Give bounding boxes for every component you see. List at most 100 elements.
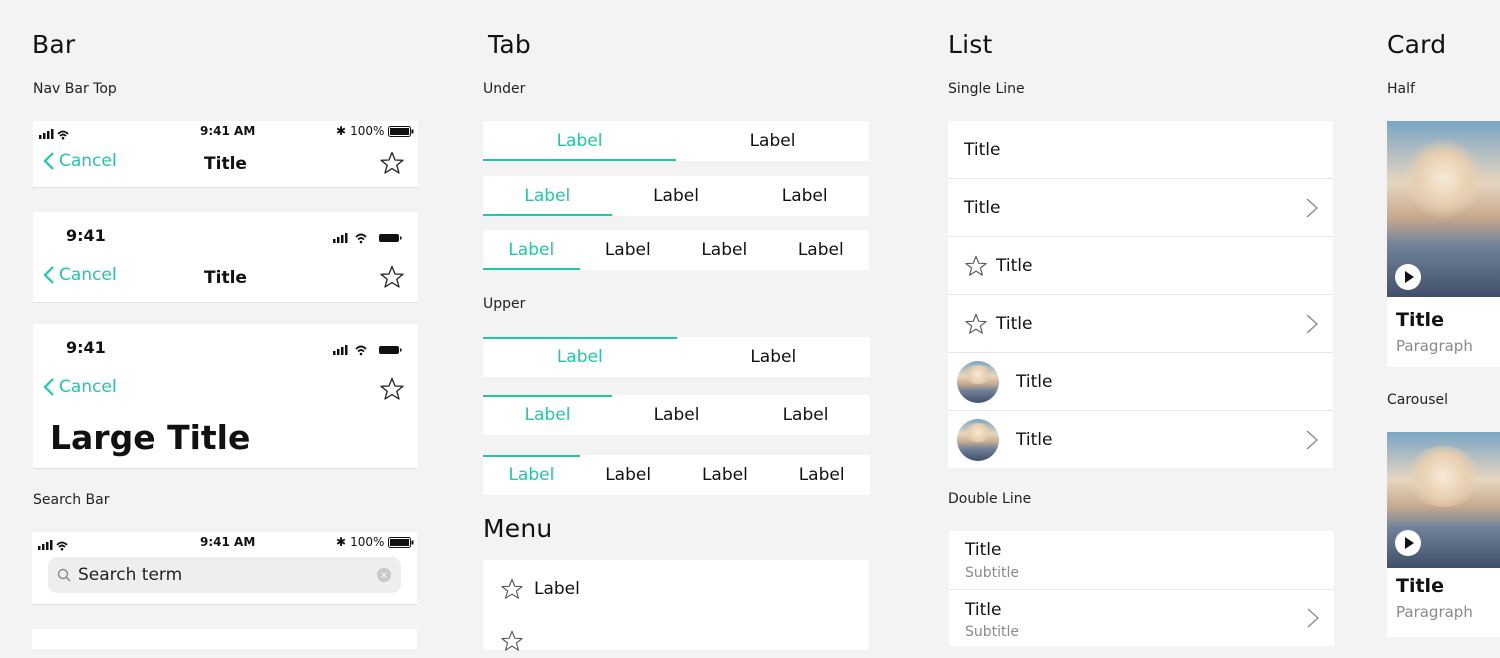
nav-bar-1: 9:41 AM ✱ 100% Cancel Title	[33, 121, 418, 187]
nav-row: Cancel Title	[33, 151, 418, 181]
single-line-list: Title Title Title Title Title Title	[948, 121, 1333, 468]
tab-item[interactable]: Label	[580, 230, 677, 270]
chevron-left-icon	[43, 378, 54, 396]
single-line-label: Single Line	[948, 81, 1025, 97]
status-icons	[333, 229, 403, 248]
card-title: Title	[1396, 309, 1444, 331]
tab-bar-under-3: Label Label Label	[483, 176, 869, 216]
half-label: Half	[1387, 81, 1415, 97]
tab-bar-upper-3: Label Label Label	[483, 395, 870, 435]
signal-wifi-icon	[38, 536, 68, 555]
play-icon[interactable]	[1395, 264, 1421, 290]
row-title: Title	[996, 313, 1033, 334]
tab-item[interactable]: Label	[740, 176, 869, 216]
search-icon	[57, 568, 71, 582]
chevron-right-icon	[1306, 430, 1318, 449]
status-time: 9:41 AM	[200, 535, 256, 549]
chevron-left-icon	[43, 266, 54, 284]
star-icon	[501, 630, 523, 651]
chevron-right-icon	[1306, 314, 1318, 333]
nav-bar-top-label: Nav Bar Top	[33, 81, 117, 97]
list-row[interactable]: Title	[948, 237, 1333, 295]
tab-item[interactable]: Label	[773, 230, 870, 270]
star-icon[interactable]	[380, 265, 404, 289]
next-card-partial	[32, 629, 417, 649]
menu-item[interactable]	[483, 618, 869, 658]
list-row[interactable]: Title	[948, 295, 1333, 353]
row-title: Title	[964, 197, 1001, 218]
tab-item-active[interactable]: Label	[483, 455, 580, 495]
tab-item[interactable]: Label	[676, 121, 869, 161]
play-icon[interactable]	[1395, 530, 1421, 556]
row-title: Title	[965, 540, 1002, 560]
section-heading-tab: Tab	[488, 30, 531, 59]
large-title: Large Title	[50, 418, 251, 457]
bluetooth-icon: ✱	[336, 124, 347, 138]
nav-bar-large: 9:41 Cancel Large Title	[33, 324, 418, 468]
star-icon[interactable]	[380, 377, 404, 401]
row-title: Title	[964, 139, 1001, 160]
star-icon	[501, 578, 523, 599]
menu-heading: Menu	[483, 514, 553, 543]
card-title: Title	[1396, 575, 1444, 597]
row-title: Title	[1016, 371, 1053, 392]
card-paragraph: Paragraph	[1396, 603, 1473, 621]
cancel-label: Cancel	[59, 265, 117, 285]
tab-item[interactable]: Label	[612, 176, 741, 216]
half-card[interactable]: Title Paragraph	[1387, 121, 1500, 367]
status-icons	[333, 341, 403, 360]
battery-icon	[388, 125, 414, 137]
chevron-right-icon	[1307, 608, 1319, 628]
tab-item[interactable]: Label	[677, 337, 871, 377]
search-bar-card: 9:41 AM ✱ 100% Search term ×	[32, 532, 417, 604]
tab-item[interactable]: Label	[676, 230, 773, 270]
clear-icon[interactable]: ×	[377, 568, 391, 582]
tab-item-active[interactable]: Label	[483, 176, 612, 216]
tab-item[interactable]: Label	[612, 395, 741, 435]
cancel-label: Cancel	[59, 377, 117, 397]
menu-item[interactable]: Label	[483, 560, 869, 618]
tab-item-active[interactable]: Label	[483, 337, 677, 377]
tab-item[interactable]: Label	[741, 395, 870, 435]
carousel-label: Carousel	[1387, 392, 1449, 408]
battery-percent: 100%	[350, 124, 385, 138]
star-icon	[965, 255, 987, 276]
tab-item-active[interactable]: Label	[483, 230, 580, 270]
menu-list: Label	[483, 560, 869, 651]
cancel-button[interactable]: Cancel	[43, 377, 117, 397]
double-line-list: Title Subtitle Title Subtitle	[949, 531, 1334, 646]
tab-item[interactable]: Label	[677, 455, 774, 495]
card-paragraph: Paragraph	[1396, 337, 1473, 355]
tab-bar-under-2: Label Label	[483, 121, 869, 161]
list-row[interactable]: Title	[948, 411, 1333, 468]
list-row[interactable]: Title	[948, 121, 1333, 179]
signal-wifi-icon	[39, 125, 69, 144]
carousel-card[interactable]: Title Paragraph	[1387, 432, 1500, 637]
star-icon[interactable]	[380, 151, 404, 175]
list-row[interactable]: Title Subtitle	[949, 590, 1334, 646]
list-row[interactable]: Title Subtitle	[949, 531, 1334, 590]
star-icon	[965, 313, 987, 334]
nav-row: Cancel	[33, 377, 418, 407]
tab-item[interactable]: Label	[580, 455, 677, 495]
section-heading-list: List	[948, 30, 993, 59]
list-row[interactable]: Title	[948, 179, 1333, 237]
avatar	[957, 360, 999, 403]
cancel-button[interactable]: Cancel	[43, 151, 117, 171]
cancel-label: Cancel	[59, 151, 117, 171]
tab-item-active[interactable]: Label	[483, 395, 612, 435]
tab-item[interactable]: Label	[773, 455, 870, 495]
nav-row: Cancel Title	[33, 265, 418, 295]
row-title: Title	[965, 600, 1002, 620]
tab-item-active[interactable]: Label	[483, 121, 676, 161]
cancel-button[interactable]: Cancel	[43, 265, 117, 285]
search-input[interactable]: Search term ×	[48, 557, 401, 593]
list-row[interactable]: Title	[948, 353, 1333, 411]
battery-percent: 100%	[350, 535, 385, 549]
under-label: Under	[483, 81, 526, 97]
nav-bar-2: 9:41 Cancel Title	[33, 212, 418, 302]
status-time: 9:41 AM	[200, 124, 256, 138]
chevron-right-icon	[1306, 198, 1318, 217]
upper-label: Upper	[483, 296, 526, 312]
status-time: 9:41	[66, 226, 106, 245]
